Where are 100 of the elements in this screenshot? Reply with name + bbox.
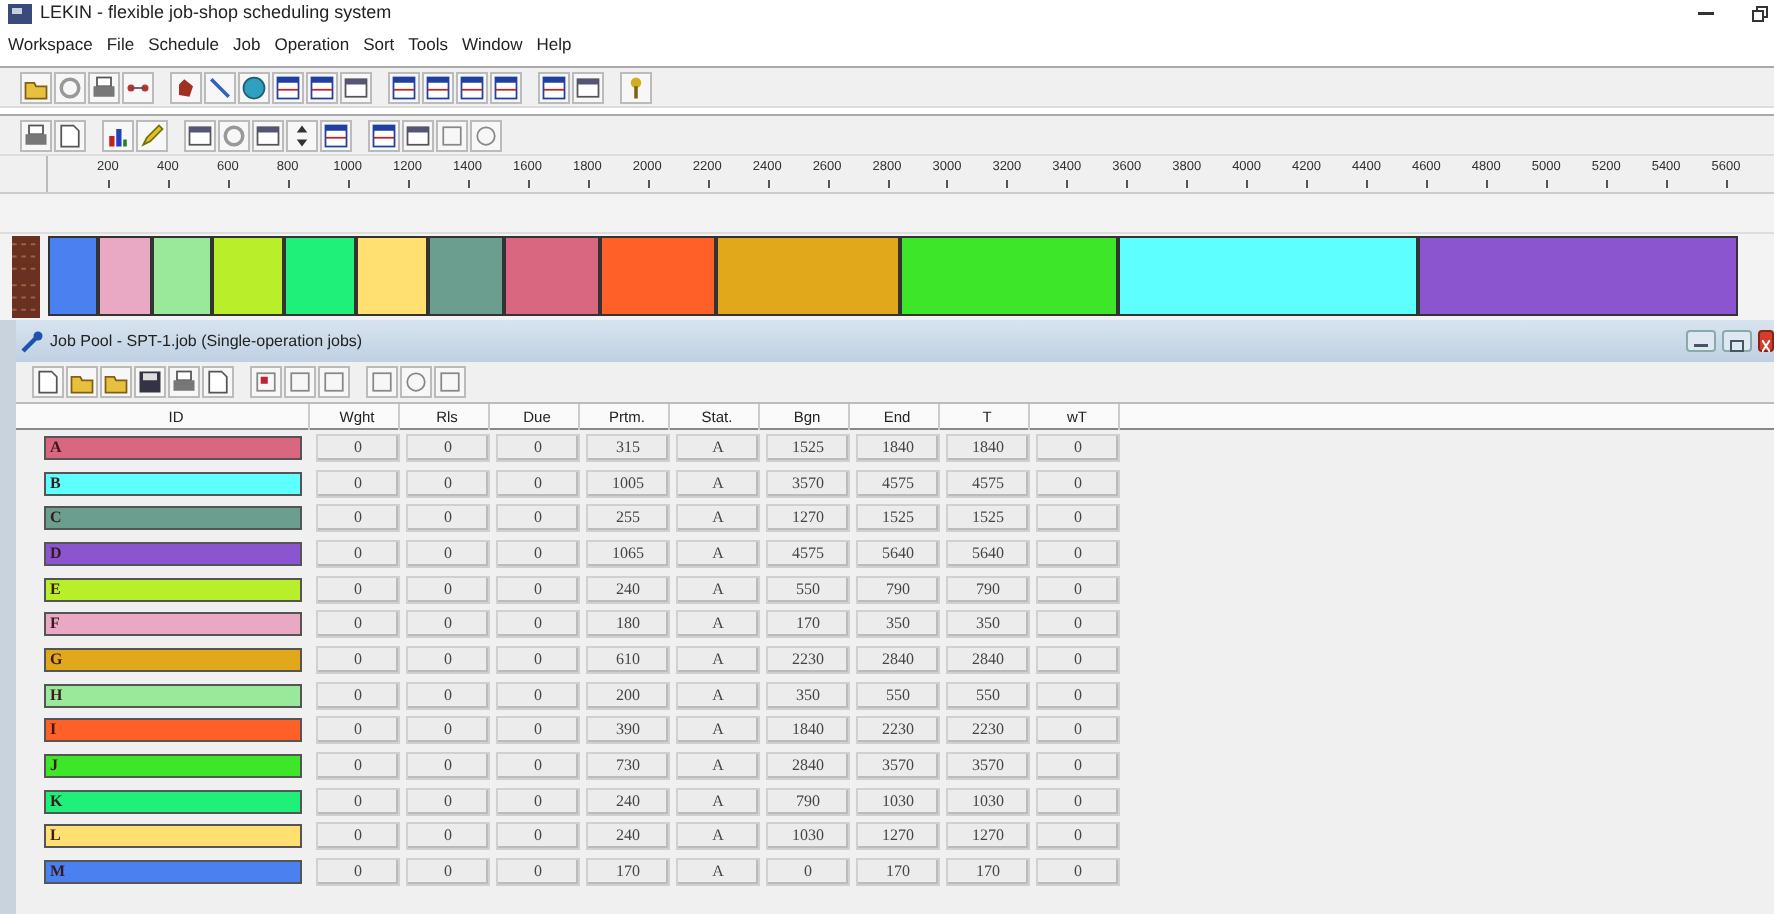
table-icon[interactable] bbox=[320, 119, 352, 151]
arrows-icon[interactable] bbox=[286, 119, 318, 151]
table-icon[interactable] bbox=[368, 119, 400, 151]
job-bar[interactable] bbox=[356, 236, 429, 316]
square-icon[interactable] bbox=[318, 366, 350, 398]
menu-item[interactable]: Window bbox=[462, 31, 523, 57]
page-icon[interactable] bbox=[32, 366, 64, 398]
menu-item[interactable]: Workspace bbox=[8, 31, 93, 57]
table-cell: 1270 bbox=[766, 504, 850, 533]
id-bar[interactable]: H bbox=[44, 683, 302, 708]
job-bar[interactable] bbox=[152, 236, 213, 316]
minimize-button[interactable] bbox=[1686, 330, 1716, 352]
table-cell: 4575 bbox=[856, 469, 940, 498]
menu-item[interactable]: Operation bbox=[274, 31, 350, 57]
window-icon[interactable] bbox=[572, 71, 604, 103]
id-bar[interactable]: L bbox=[44, 824, 302, 849]
square-icon[interactable] bbox=[284, 366, 316, 398]
folder-icon[interactable] bbox=[66, 366, 98, 398]
close-button[interactable] bbox=[1758, 330, 1774, 352]
bar-chart-icon[interactable] bbox=[102, 119, 134, 151]
window-icon[interactable] bbox=[340, 71, 372, 103]
square-icon[interactable] bbox=[436, 119, 468, 151]
job-bar[interactable] bbox=[284, 236, 357, 316]
key-icon[interactable] bbox=[620, 71, 652, 103]
table-cell: 0 bbox=[406, 645, 490, 674]
print-icon[interactable] bbox=[168, 366, 200, 398]
table-icon[interactable] bbox=[306, 71, 338, 103]
table-cell: 0 bbox=[496, 681, 580, 710]
pencil-icon[interactable] bbox=[136, 119, 168, 151]
save-icon[interactable] bbox=[134, 366, 166, 398]
menu-item[interactable]: Sort bbox=[363, 31, 395, 57]
circle-icon[interactable] bbox=[470, 119, 502, 151]
table-cell: 350 bbox=[946, 610, 1030, 639]
table-cell: 0 bbox=[1036, 469, 1120, 498]
page-icon[interactable] bbox=[202, 366, 234, 398]
table-cell: 170 bbox=[586, 858, 670, 887]
job-bar[interactable] bbox=[716, 236, 899, 316]
job-bar[interactable] bbox=[212, 236, 285, 316]
print-icon[interactable] bbox=[88, 71, 120, 103]
table-cell: 790 bbox=[766, 787, 850, 816]
globe-icon[interactable] bbox=[238, 71, 270, 103]
table-cell: 240 bbox=[586, 787, 670, 816]
id-bar[interactable]: B bbox=[44, 471, 302, 496]
id-bar[interactable]: F bbox=[44, 612, 302, 637]
table-cell: 0 bbox=[406, 433, 490, 462]
table-cell: 610 bbox=[586, 645, 670, 674]
table-icon[interactable] bbox=[538, 71, 570, 103]
table-icon[interactable] bbox=[388, 71, 420, 103]
table-cell: 1525 bbox=[766, 433, 850, 462]
square-icon[interactable] bbox=[366, 366, 398, 398]
job-bar[interactable] bbox=[599, 236, 717, 316]
table-cell: 0 bbox=[496, 504, 580, 533]
id-bar[interactable]: J bbox=[44, 754, 302, 779]
job-bar[interactable] bbox=[1117, 236, 1419, 316]
table-icon[interactable] bbox=[490, 71, 522, 103]
table-cell: 0 bbox=[316, 645, 400, 674]
square-icon[interactable] bbox=[434, 366, 466, 398]
table-cell: 1065 bbox=[586, 539, 670, 568]
restore-button[interactable] bbox=[1746, 2, 1774, 26]
menu-item[interactable]: File bbox=[106, 31, 135, 57]
id-bar[interactable]: K bbox=[44, 789, 302, 814]
print-icon[interactable] bbox=[20, 119, 52, 151]
table-icon[interactable] bbox=[456, 71, 488, 103]
job-bar[interactable] bbox=[899, 236, 1118, 316]
id-bar[interactable]: E bbox=[44, 577, 302, 602]
id-bar[interactable]: G bbox=[44, 647, 302, 672]
table-cell: 0 bbox=[496, 539, 580, 568]
circle-icon[interactable] bbox=[400, 366, 432, 398]
id-bar[interactable]: C bbox=[44, 506, 302, 531]
menu-item[interactable]: Schedule bbox=[148, 31, 220, 57]
restore-button[interactable] bbox=[1722, 330, 1752, 352]
menu-item[interactable]: Job bbox=[233, 31, 261, 57]
table-icon[interactable] bbox=[272, 71, 304, 103]
table-icon[interactable] bbox=[422, 71, 454, 103]
folder-icon[interactable] bbox=[20, 71, 52, 103]
table-cell: A bbox=[676, 539, 760, 568]
id-bar[interactable]: I bbox=[44, 718, 302, 743]
page-icon[interactable] bbox=[54, 119, 86, 151]
table-cell: 0 bbox=[316, 752, 400, 781]
table-cell: 0 bbox=[1036, 610, 1120, 639]
table-cell: 3570 bbox=[766, 469, 850, 498]
menu-item[interactable]: Help bbox=[536, 31, 572, 57]
window-icon[interactable] bbox=[252, 119, 284, 151]
table-cell: 0 bbox=[1036, 787, 1120, 816]
folder-icon[interactable] bbox=[100, 366, 132, 398]
network-icon[interactable] bbox=[122, 71, 154, 103]
square-icon[interactable] bbox=[250, 366, 282, 398]
table-cell: 0 bbox=[1036, 575, 1120, 604]
menu-item[interactable]: Tools bbox=[408, 31, 449, 57]
table-cell: A bbox=[676, 575, 760, 604]
job-bar[interactable] bbox=[98, 236, 153, 316]
id-bar[interactable]: A bbox=[44, 435, 302, 460]
window-icon[interactable] bbox=[402, 119, 434, 151]
window-title: LEKIN - flexible job-shop scheduling system bbox=[40, 0, 392, 27]
id-bar[interactable]: M bbox=[44, 860, 302, 885]
table-cell: 0 bbox=[406, 469, 490, 498]
table-cell: 790 bbox=[856, 575, 940, 604]
job-bar[interactable] bbox=[428, 236, 505, 316]
window-icon[interactable] bbox=[184, 119, 216, 151]
table-cell: 0 bbox=[496, 822, 580, 851]
